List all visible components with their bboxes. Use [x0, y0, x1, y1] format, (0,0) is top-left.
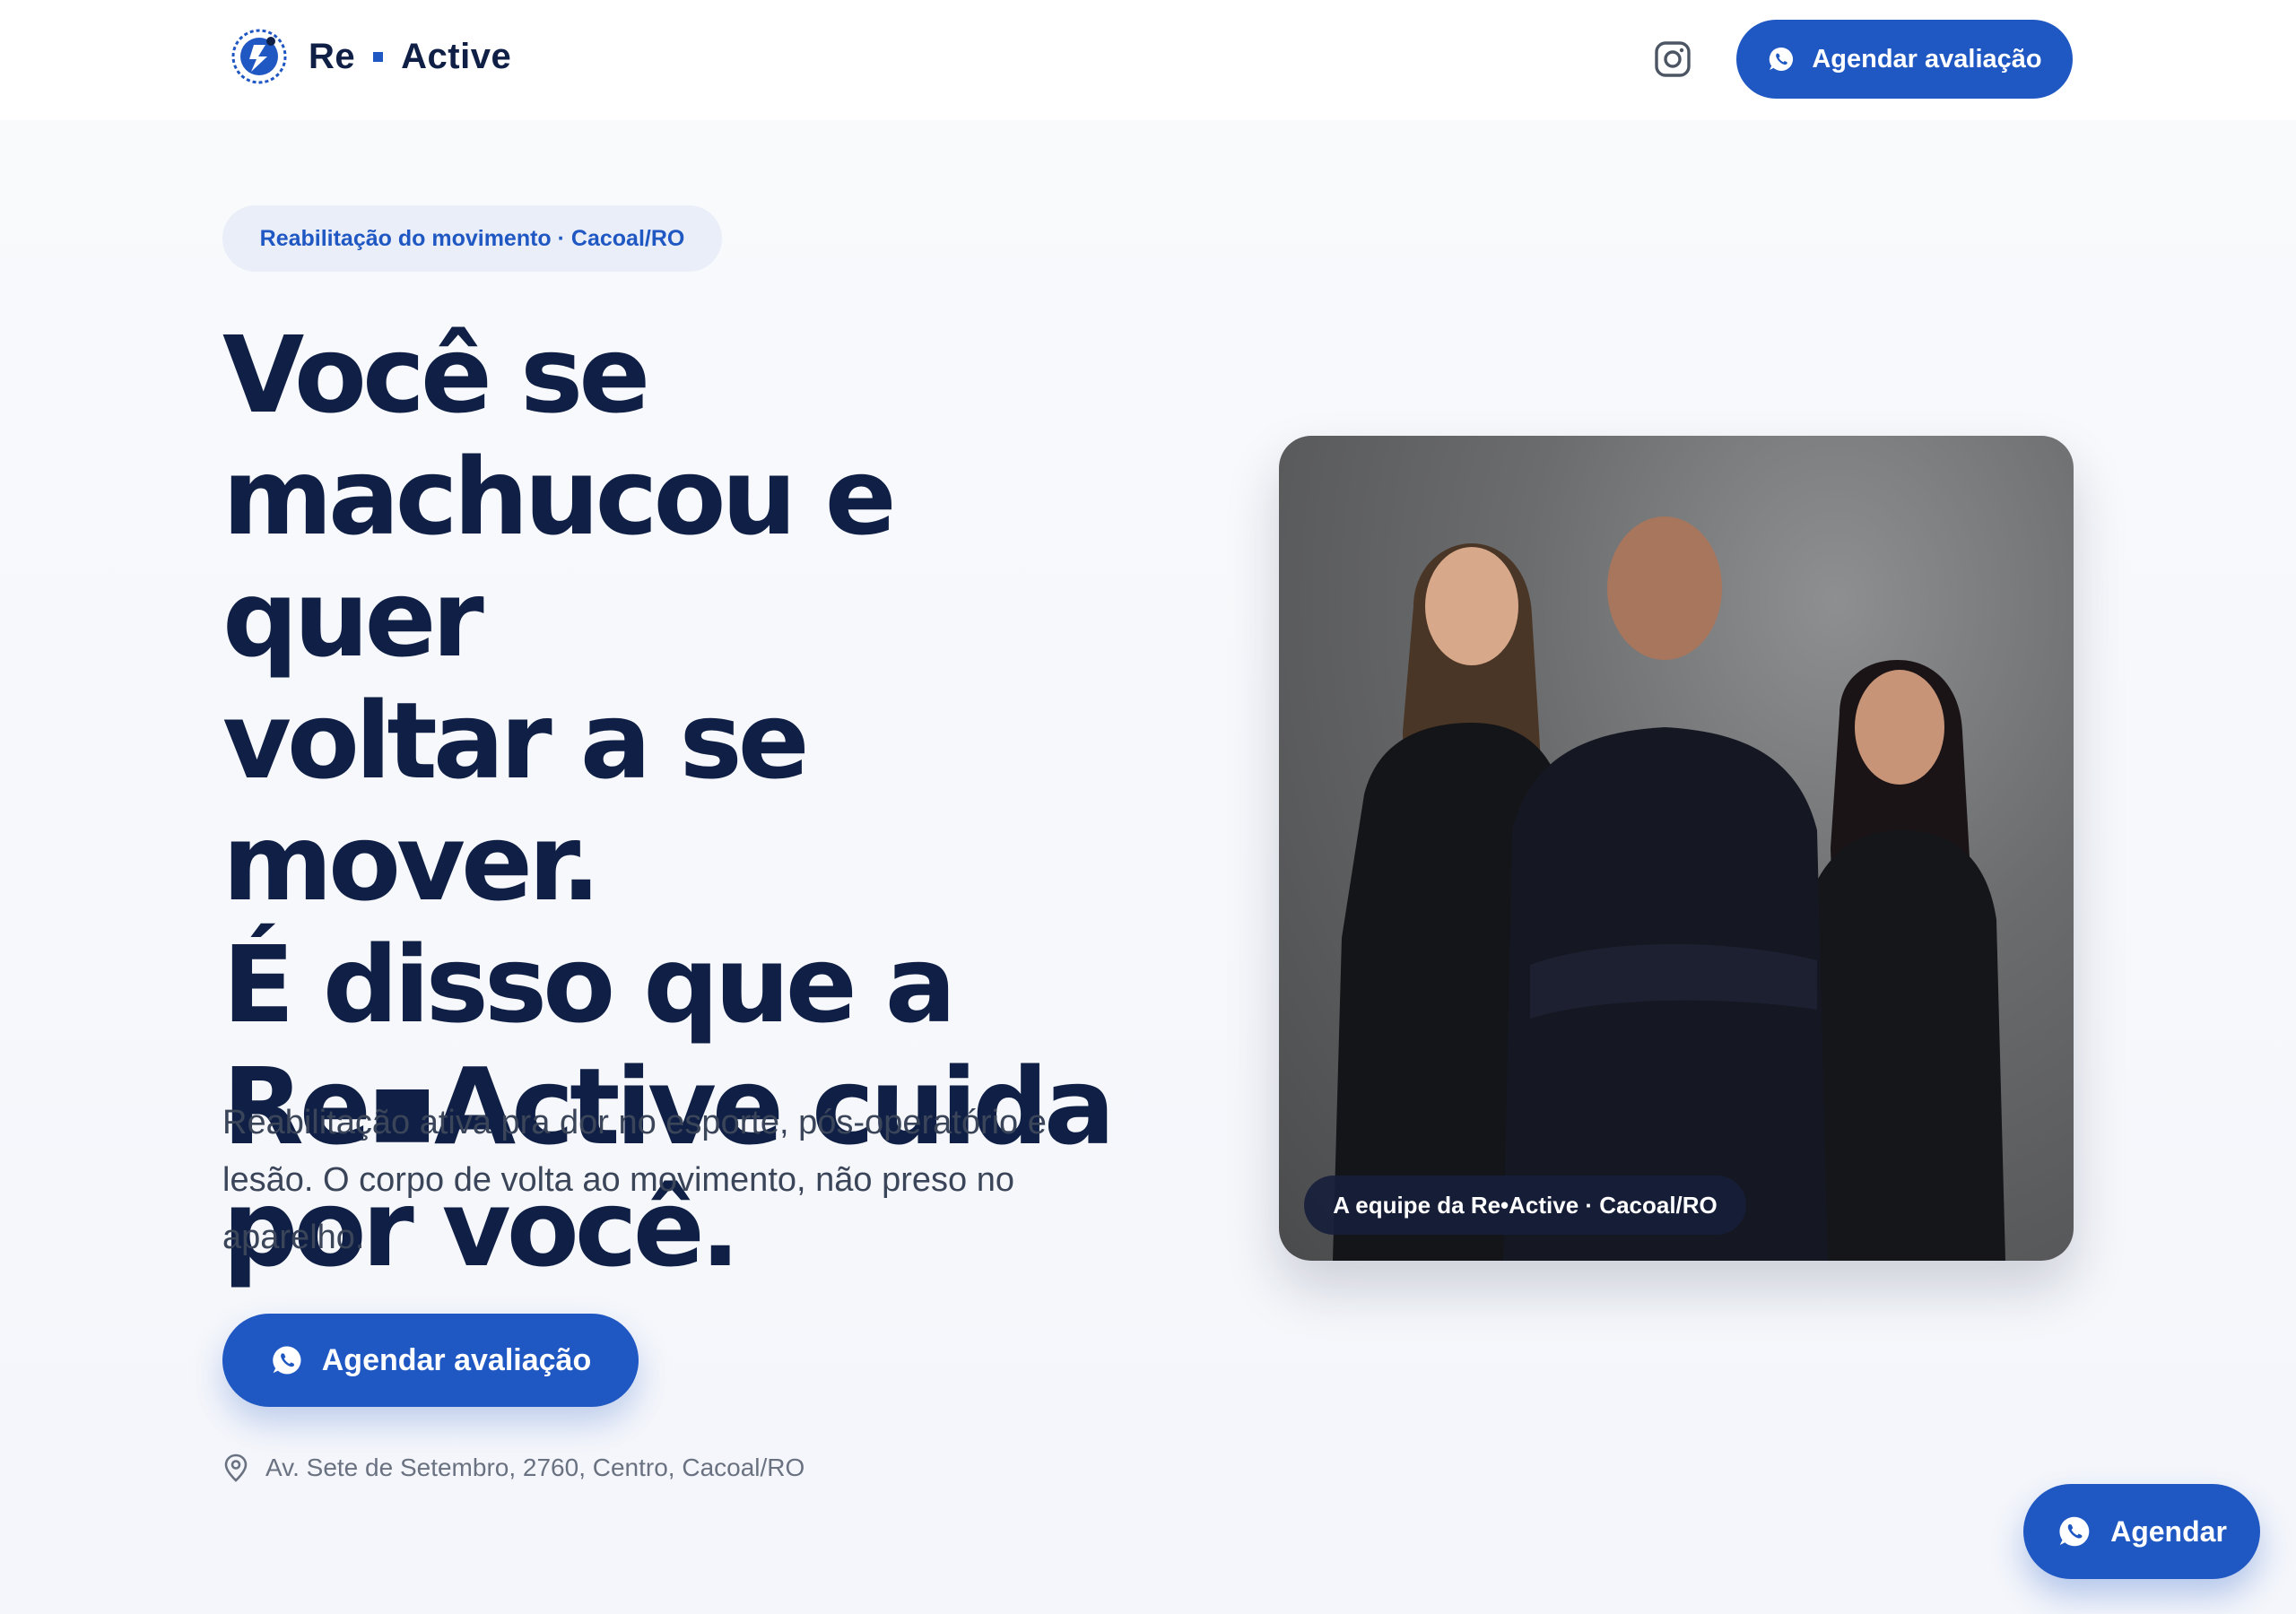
face-left [1425, 547, 1518, 665]
location-pin-icon [224, 1453, 248, 1482]
hero-schedule-button[interactable]: Agendar avaliação [222, 1314, 639, 1407]
brand-dot [373, 51, 384, 62]
whatsapp-icon [273, 1346, 301, 1375]
address-line: Av. Sete de Setembro, 2760, Centro, Caco… [222, 1453, 804, 1483]
headline-line-3: voltar a se mover. [222, 679, 810, 924]
floating-schedule-label: Agendar [2110, 1514, 2227, 1548]
headline-line-4: É disso que a [222, 923, 956, 1046]
logo-runner-icon [231, 29, 287, 84]
hero-lead: Reabilitação ativa pra dor no esporte, p… [222, 1104, 1047, 1256]
header-schedule-button[interactable]: Agendar avaliação [1736, 20, 2073, 99]
address-text: Av. Sete de Setembro, 2760, Centro, Caco… [265, 1453, 805, 1481]
team-photo-illustration [1333, 516, 2005, 1261]
face-right [1855, 670, 1944, 785]
brand-name-left: Re [309, 36, 356, 76]
face-center [1607, 516, 1722, 660]
header-schedule-label: Agendar avaliação [1812, 44, 2042, 74]
headline-line-2: machucou e quer [222, 435, 897, 681]
floating-schedule-button[interactable]: Agendar [2023, 1484, 2260, 1579]
site-header: Re Active Agendar avaliação [0, 0, 2296, 120]
instagram-icon[interactable] [1653, 39, 1692, 79]
hero-tag: Reabilitação do movimento · Cacoal/RO [222, 205, 722, 272]
whatsapp-icon [2059, 1516, 2090, 1547]
brand-logo[interactable]: Re Active [230, 27, 511, 86]
brand-name-right: Active [401, 36, 512, 76]
photo-caption: A equipe da Re•Active · Cacoal/RO [1304, 1176, 1746, 1235]
hero-schedule-label: Agendar avaliação [321, 1342, 592, 1377]
brand-name: Re Active [309, 37, 511, 77]
whatsapp-icon [1770, 47, 1794, 71]
team-photo [1279, 436, 2074, 1261]
headline-line-1: Você se [222, 313, 650, 437]
